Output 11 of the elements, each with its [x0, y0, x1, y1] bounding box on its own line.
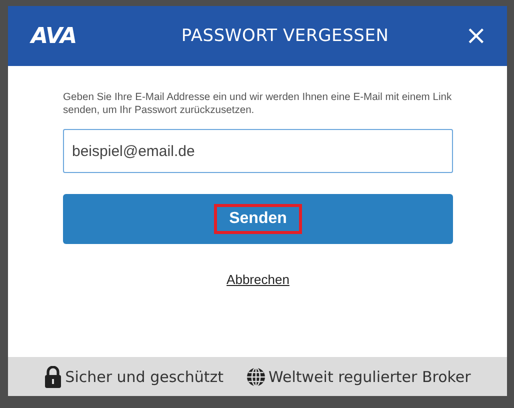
- close-button[interactable]: ×: [459, 21, 493, 51]
- globe-icon: [246, 366, 266, 388]
- footer-text: Weltweit regulierter Broker: [268, 368, 471, 386]
- lock-icon: [44, 366, 62, 388]
- logo: AVA: [31, 24, 78, 48]
- instructions-text: Geben Sie Ihre E-Mail Addresse ein und wir werden Ihnen eine E-Mail mit einem Link senden, um Ihr Passwort zurückzusetzen.: [63, 91, 453, 117]
- cancel-link[interactable]: Abbrechen: [226, 272, 290, 287]
- dialog-title: PASSWORT VERGESSEN: [180, 26, 390, 46]
- footer-text: Sicher und geschützt: [65, 368, 224, 386]
- send-button[interactable]: Senden: [63, 194, 453, 244]
- email-field[interactable]: beispiel@email.de: [63, 129, 453, 173]
